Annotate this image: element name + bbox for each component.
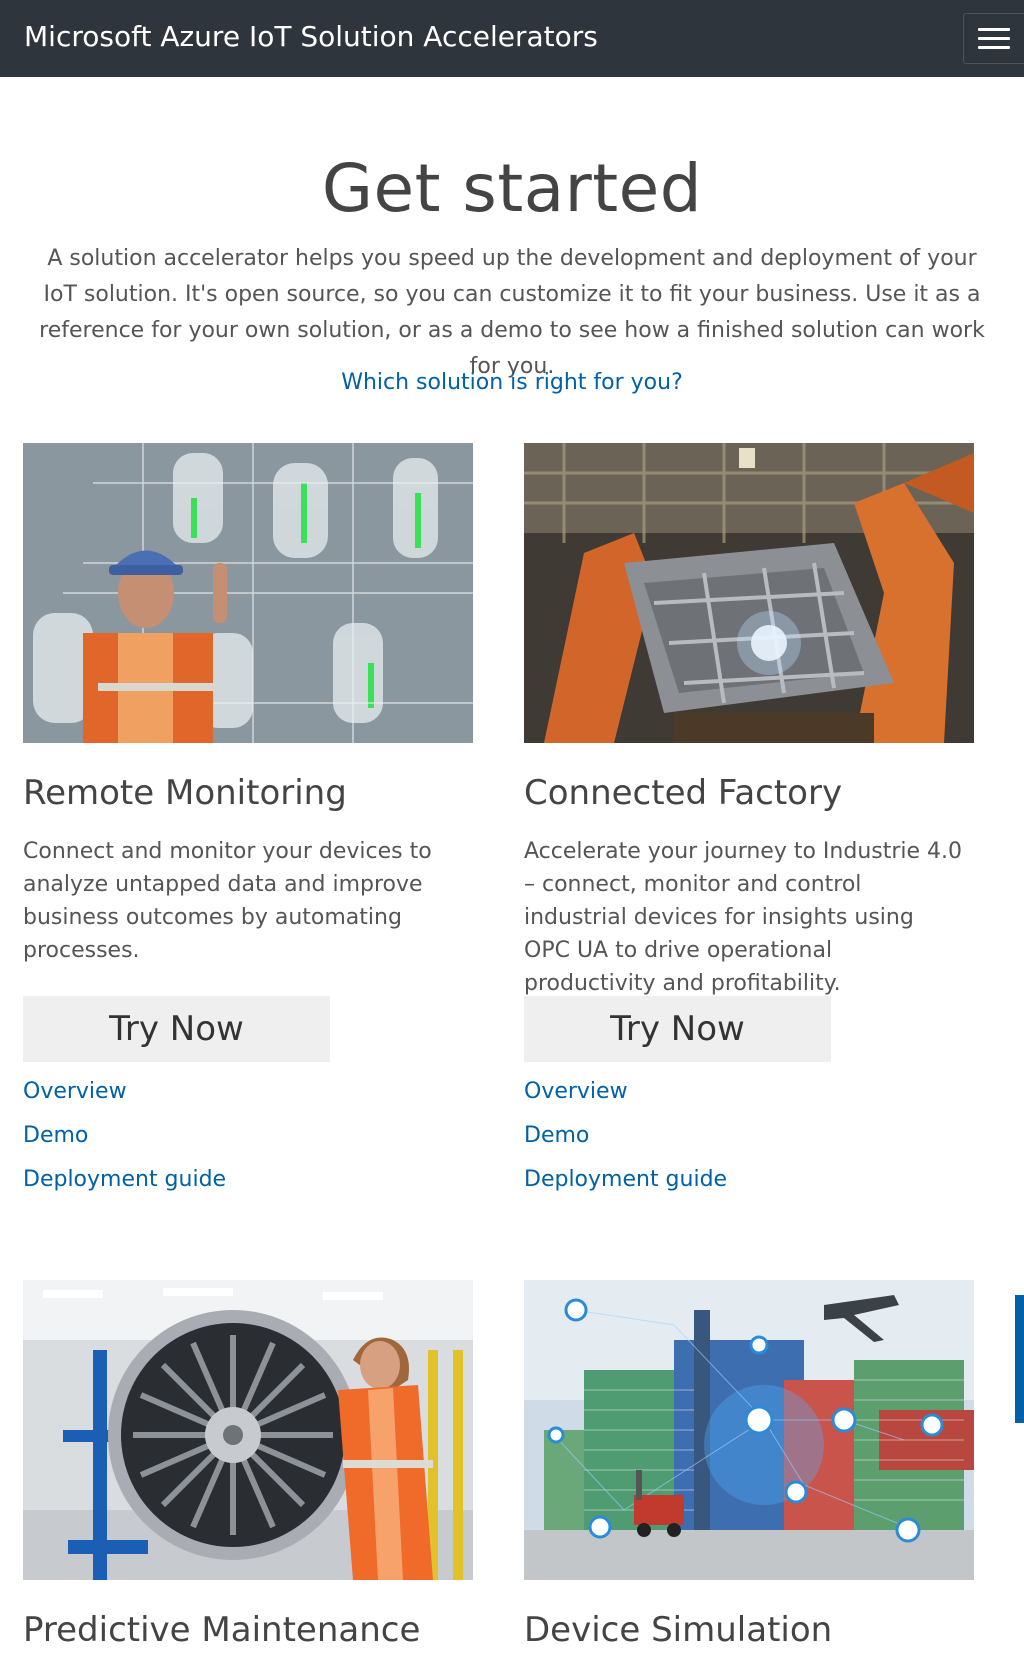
device-simulation-title: Device Simulation bbox=[524, 1610, 833, 1650]
remote-monitoring-photo bbox=[23, 443, 473, 743]
connected-factory-links: Overview Demo Deployment guide bbox=[524, 1077, 727, 1209]
connected-factory-photo bbox=[524, 443, 974, 743]
predictive-maintenance-photo bbox=[23, 1280, 473, 1580]
device-simulation-photo bbox=[524, 1280, 974, 1580]
remote-monitoring-deployment-guide-link[interactable]: Deployment guide bbox=[23, 1165, 226, 1209]
top-navbar: Microsoft Azure IoT Solution Accelerator… bbox=[0, 0, 1024, 77]
remote-monitoring-links: Overview Demo Deployment guide bbox=[23, 1077, 226, 1209]
device-simulation-card: Device Simulation bbox=[524, 1280, 976, 1672]
connected-factory-title: Connected Factory bbox=[524, 773, 843, 813]
menu-bar-line bbox=[978, 46, 1010, 49]
connected-factory-description: Accelerate your journey to Industrie 4.0… bbox=[524, 839, 963, 996]
which-solution-link[interactable]: Which solution is right for you? bbox=[0, 370, 1024, 395]
predictive-maintenance-title: Predictive Maintenance bbox=[23, 1610, 421, 1650]
menu-bar-line bbox=[978, 37, 1010, 40]
remote-monitoring-title: Remote Monitoring bbox=[23, 773, 347, 813]
connected-factory-image bbox=[524, 443, 974, 743]
device-simulation-image bbox=[524, 1280, 974, 1580]
predictive-maintenance-image bbox=[23, 1280, 473, 1580]
connected-factory-deployment-guide-link[interactable]: Deployment guide bbox=[524, 1165, 727, 1209]
remote-monitoring-description: Connect and monitor your devices to anal… bbox=[23, 839, 432, 963]
remote-monitoring-demo-link[interactable]: Demo bbox=[23, 1121, 226, 1165]
remote-monitoring-try-now-button[interactable]: Try Now bbox=[23, 996, 330, 1062]
scrollbar-thumb[interactable] bbox=[1015, 1295, 1024, 1423]
hero-description: A solution accelerator helps you speed u… bbox=[39, 246, 985, 379]
remote-monitoring-image bbox=[23, 443, 473, 743]
brand-title[interactable]: Microsoft Azure IoT Solution Accelerator… bbox=[24, 20, 598, 53]
connected-factory-demo-link[interactable]: Demo bbox=[524, 1121, 727, 1165]
predictive-maintenance-card: Predictive Maintenance bbox=[23, 1280, 475, 1672]
connected-factory-try-now-button[interactable]: Try Now bbox=[524, 996, 831, 1062]
remote-monitoring-overview-link[interactable]: Overview bbox=[23, 1077, 226, 1121]
page-title: Get started bbox=[321, 150, 703, 227]
menu-bar-line bbox=[978, 28, 1010, 31]
connected-factory-card: Connected Factory Accelerate your journe… bbox=[524, 443, 976, 1192]
connected-factory-overview-link[interactable]: Overview bbox=[524, 1077, 727, 1121]
remote-monitoring-card: Remote Monitoring Connect and monitor yo… bbox=[23, 443, 475, 1192]
hamburger-menu-icon[interactable] bbox=[963, 13, 1024, 64]
